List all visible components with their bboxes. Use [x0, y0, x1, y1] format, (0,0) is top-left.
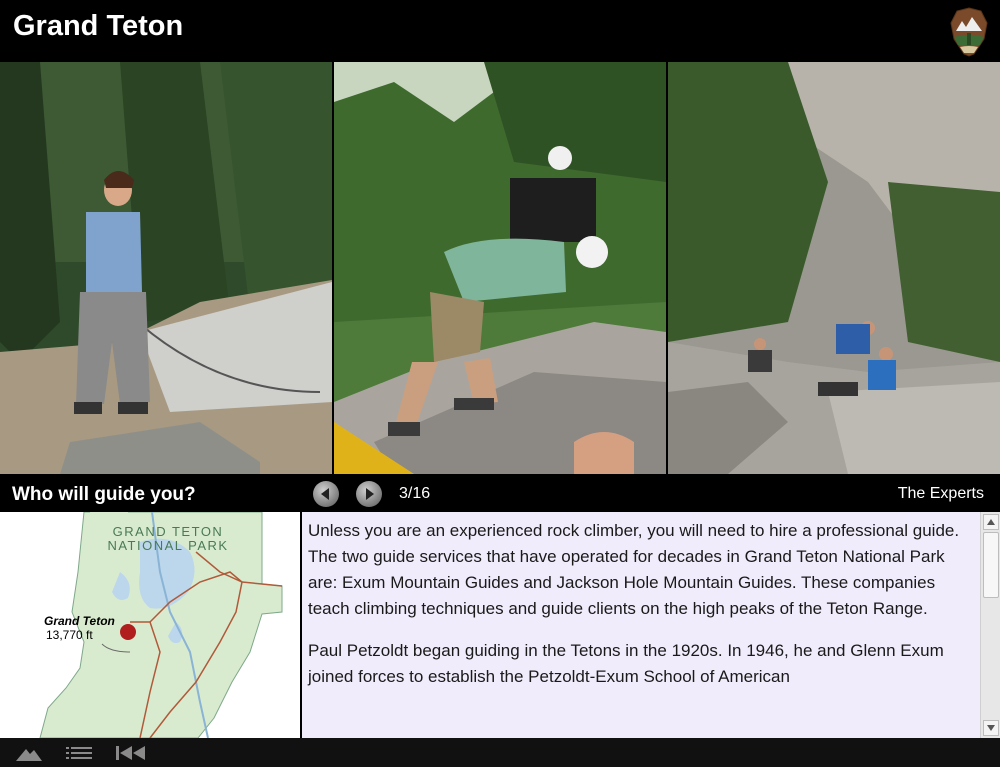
scroll-down-button[interactable] [983, 720, 999, 736]
section-label: The Experts [897, 485, 984, 502]
nps-arrowhead-icon [950, 7, 988, 57]
map-peak-elevation: 13,770 ft [46, 628, 93, 642]
next-slide-button[interactable] [356, 481, 382, 507]
description-paragraph-1: Unless you are an experienced rock climb… [308, 521, 960, 618]
rewind-to-start-icon[interactable] [114, 743, 148, 763]
slide-counter: 3/16 [399, 485, 431, 502]
peak-marker[interactable] [120, 624, 136, 640]
map-peak-name: Grand Teton [44, 614, 115, 628]
photo-climber-with-rope [0, 62, 332, 474]
prev-slide-button[interactable] [313, 481, 339, 507]
scroll-up-arrow-icon [987, 519, 995, 525]
photo-climbers-resting [668, 62, 1000, 474]
slide-title: Who will guide you? [12, 484, 196, 505]
next-arrow-icon [366, 488, 374, 500]
list-icon[interactable] [64, 743, 94, 763]
description-paragraph-2: Paul Petzoldt began guiding in the Teton… [308, 641, 944, 686]
header-bar: Grand Teton [0, 0, 1000, 62]
scroll-thumb[interactable] [983, 532, 999, 598]
scroll-up-button[interactable] [983, 514, 999, 530]
mountain-icon[interactable] [14, 743, 44, 763]
scroll-down-arrow-icon [987, 725, 995, 731]
text-scrollbar[interactable] [980, 512, 1000, 738]
map-park-name-line2: NATIONAL PARK [107, 538, 229, 553]
app-title: Grand Teton [13, 10, 184, 42]
prev-arrow-icon [321, 488, 329, 500]
photo-strip [0, 62, 1000, 474]
footer-toolbar [0, 738, 1000, 767]
park-map: GRAND TETON NATIONAL PARK Grand Teton 13… [0, 512, 300, 738]
caption-bar: Who will guide you? 3/16 The Experts [0, 474, 1000, 512]
map-park-name-line1: GRAND TETON [112, 524, 224, 539]
description-text-panel: Unless you are an experienced rock climb… [302, 512, 980, 738]
photo-climbers-on-slab [334, 62, 666, 474]
map-park-name: GRAND TETON NATIONAL PARK [88, 525, 248, 553]
